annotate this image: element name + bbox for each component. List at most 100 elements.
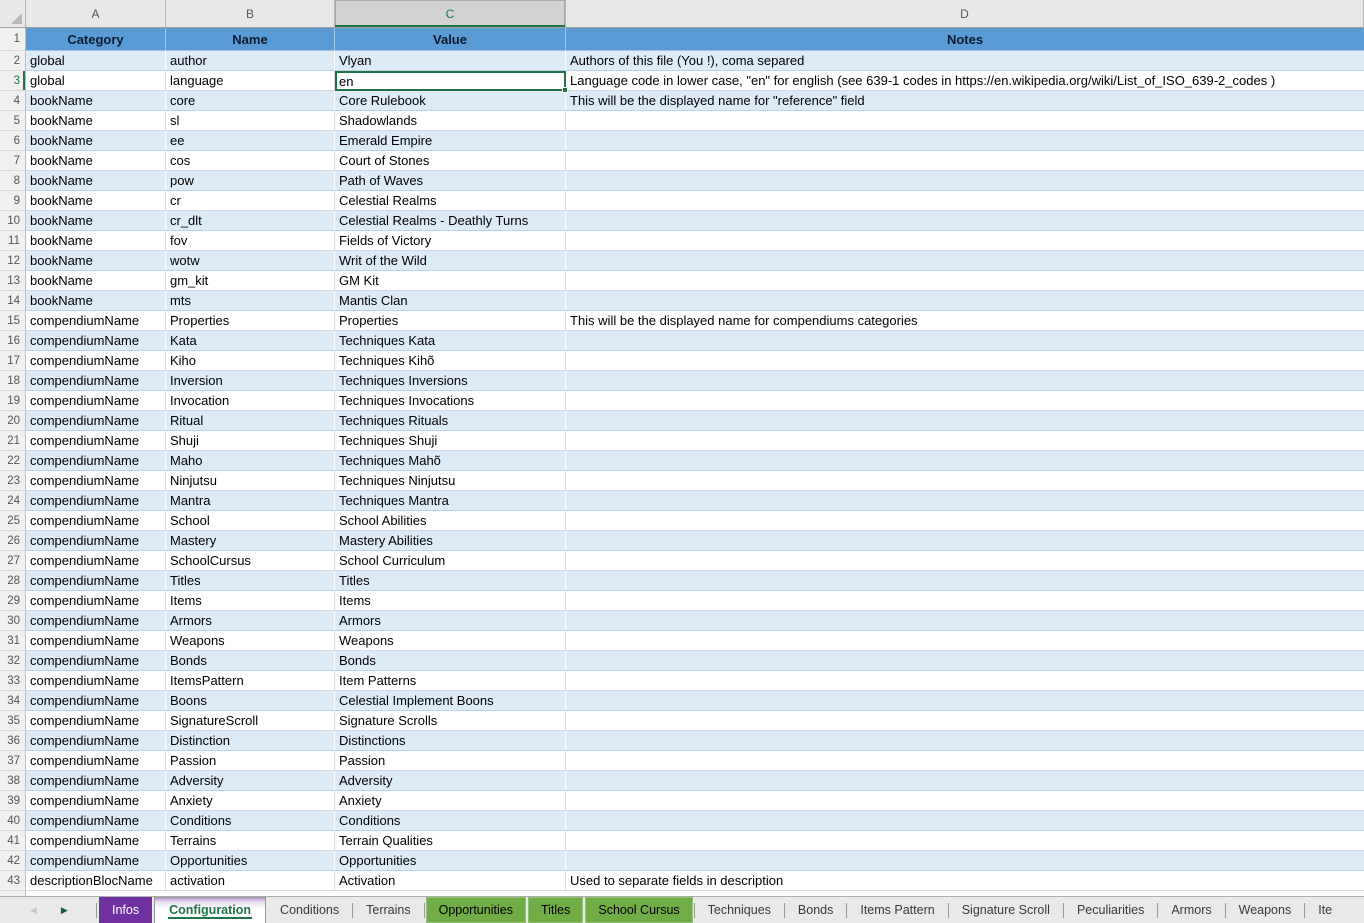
row-number[interactable]: 28 (0, 571, 26, 591)
cell-value[interactable]: Activation (335, 871, 566, 891)
cell-value[interactable]: Core Rulebook (335, 91, 566, 111)
cell-category[interactable]: bookName (26, 291, 166, 311)
row-number[interactable]: 14 (0, 291, 26, 311)
cell-value[interactable]: Conditions (335, 811, 566, 831)
sheet-tab-signature-scroll[interactable]: Signature Scroll (949, 897, 1063, 923)
row-number[interactable]: 27 (0, 551, 26, 571)
cell-name[interactable]: language (166, 71, 335, 91)
cell-notes[interactable] (566, 631, 1364, 651)
row-number[interactable]: 19 (0, 391, 26, 411)
cell-category[interactable]: bookName (26, 91, 166, 111)
cell-notes[interactable] (566, 591, 1364, 611)
sheet-tab-peculiarities[interactable]: Peculiarities (1064, 897, 1157, 923)
cell-notes[interactable] (566, 371, 1364, 391)
cell-notes[interactable] (566, 531, 1364, 551)
cell-category[interactable]: compendiumName (26, 571, 166, 591)
cell-notes[interactable] (566, 491, 1364, 511)
cell-category[interactable]: bookName (26, 111, 166, 131)
cell-category[interactable]: compendiumName (26, 711, 166, 731)
cell-name[interactable]: mts (166, 291, 335, 311)
column-header-c[interactable]: C (335, 0, 566, 27)
sheet-tab-armors[interactable]: Armors (1158, 897, 1224, 923)
sheet-tab-conditions[interactable]: Conditions (267, 897, 352, 923)
cell-name[interactable]: Mastery (166, 531, 335, 551)
cell-name[interactable]: sl (166, 111, 335, 131)
cell-value[interactable]: Writ of the Wild (335, 251, 566, 271)
sheet-tab-bonds[interactable]: Bonds (785, 897, 846, 923)
cell-category[interactable]: bookName (26, 251, 166, 271)
cell-value[interactable]: Passion (335, 751, 566, 771)
row-number[interactable]: 8 (0, 171, 26, 191)
cell-value[interactable]: School Abilities (335, 511, 566, 531)
cell-name[interactable]: SignatureScroll (166, 711, 335, 731)
sheet-tab-infos[interactable]: Infos (99, 897, 152, 923)
cell-category[interactable]: global (26, 51, 166, 71)
cell-notes[interactable] (566, 851, 1364, 871)
cell-name[interactable]: cr (166, 191, 335, 211)
row-number[interactable]: 31 (0, 631, 26, 651)
cell-category[interactable]: compendiumName (26, 491, 166, 511)
row-number[interactable]: 4 (0, 91, 26, 111)
row-number[interactable]: 26 (0, 531, 26, 551)
cell-name[interactable]: SchoolCursus (166, 551, 335, 571)
header-cell-b[interactable]: Name (166, 28, 335, 51)
cell-value[interactable]: Techniques Mahõ (335, 451, 566, 471)
row-number[interactable]: 9 (0, 191, 26, 211)
cell-name[interactable]: Distinction (166, 731, 335, 751)
cell-name[interactable]: Items (166, 591, 335, 611)
cell-notes[interactable] (566, 791, 1364, 811)
row-number[interactable]: 33 (0, 671, 26, 691)
cell-name[interactable]: Anxiety (166, 791, 335, 811)
cell-value[interactable]: Techniques Ninjutsu (335, 471, 566, 491)
cell-category[interactable]: compendiumName (26, 351, 166, 371)
cell-value[interactable]: Techniques Invocations (335, 391, 566, 411)
cell-notes[interactable] (566, 391, 1364, 411)
cell-name[interactable]: Bonds (166, 651, 335, 671)
cell-name[interactable]: Ritual (166, 411, 335, 431)
cell-notes[interactable]: This will be the displayed name for comp… (566, 311, 1364, 331)
cell-notes[interactable] (566, 291, 1364, 311)
cell-notes[interactable] (566, 331, 1364, 351)
cell-notes[interactable] (566, 511, 1364, 531)
cell-value[interactable]: Item Patterns (335, 671, 566, 691)
cell-notes[interactable] (566, 671, 1364, 691)
cell-notes[interactable]: Language code in lower case, "en" for en… (566, 71, 1364, 91)
cell-value[interactable]: GM Kit (335, 271, 566, 291)
cell-value[interactable]: Court of Stones (335, 151, 566, 171)
cell-category[interactable]: compendiumName (26, 611, 166, 631)
cell-category[interactable]: bookName (26, 231, 166, 251)
cell-category[interactable]: compendiumName (26, 391, 166, 411)
select-all-corner[interactable] (0, 0, 26, 27)
row-number[interactable]: 25 (0, 511, 26, 531)
row-number[interactable]: 41 (0, 831, 26, 851)
row-number[interactable]: 42 (0, 851, 26, 871)
cell-name[interactable]: School (166, 511, 335, 531)
row-number[interactable]: 6 (0, 131, 26, 151)
row-number[interactable]: 39 (0, 791, 26, 811)
cell-name[interactable]: Passion (166, 751, 335, 771)
cell-value[interactable]: Techniques Shuji (335, 431, 566, 451)
cell-category[interactable]: bookName (26, 271, 166, 291)
cell-category[interactable]: compendiumName (26, 731, 166, 751)
cell-value[interactable]: Celestial Implement Boons (335, 691, 566, 711)
sheet-tab-items-pattern[interactable]: Items Pattern (847, 897, 947, 923)
cell-name[interactable]: Kata (166, 331, 335, 351)
cell-name[interactable]: Weapons (166, 631, 335, 651)
prev-sheet-icon[interactable]: ◀ (30, 906, 37, 915)
cell-category[interactable]: bookName (26, 151, 166, 171)
row-number[interactable]: 1 (0, 28, 26, 51)
row-number[interactable]: 18 (0, 371, 26, 391)
cell-value[interactable]: Terrain Qualities (335, 831, 566, 851)
cell-name[interactable]: activation (166, 871, 335, 891)
row-number[interactable]: 11 (0, 231, 26, 251)
cell-value[interactable]: Techniques Inversions (335, 371, 566, 391)
row-number[interactable]: 43 (0, 871, 26, 891)
cell-notes[interactable]: Used to separate fields in description (566, 871, 1364, 891)
column-header-d[interactable]: D (566, 0, 1364, 27)
cell-name[interactable]: gm_kit (166, 271, 335, 291)
cell-notes[interactable] (566, 131, 1364, 151)
cell-category[interactable]: descriptionBlocName (26, 871, 166, 891)
cell-value[interactable]: Fields of Victory (335, 231, 566, 251)
sheet-tab-titles[interactable]: Titles (528, 897, 583, 923)
cell-category[interactable]: bookName (26, 131, 166, 151)
